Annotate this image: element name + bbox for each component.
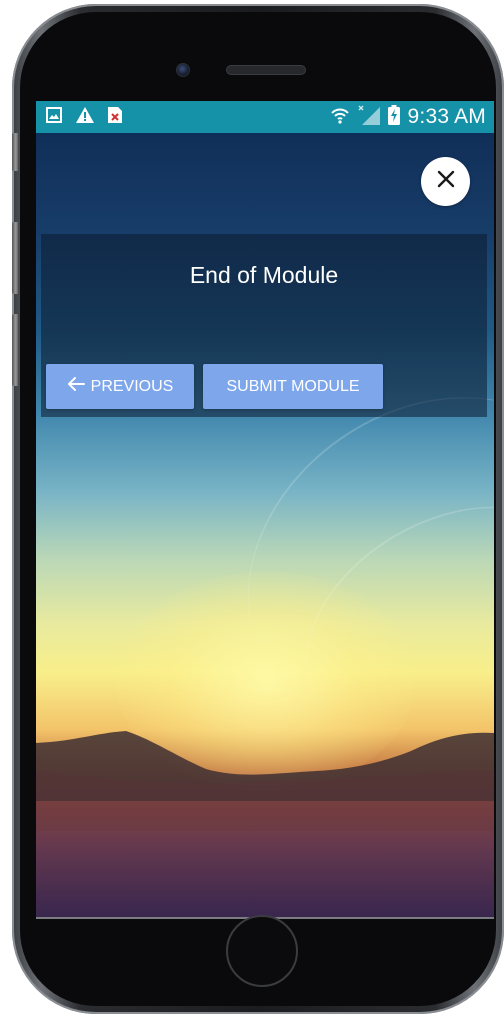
image-icon [46,106,62,128]
battery-charging-icon [387,104,400,130]
module-title: End of Module [189,262,339,288]
status-bar: 9:33 AM [36,101,494,133]
close-icon [436,169,456,194]
previous-button-label: PREVIOUS [90,377,174,395]
arrow-left-icon [67,376,85,397]
water-reflection [36,801,494,917]
status-notifications [46,106,122,128]
front-camera [176,63,190,77]
volume-up-button [12,222,18,294]
warning-icon [76,106,94,128]
close-notification-icon [108,106,122,128]
end-of-module-panel: End of Module PREVIOUS SUBMIT MODULE [41,234,487,417]
previous-button[interactable]: PREVIOUS [46,364,194,409]
wifi-icon [330,105,350,130]
volume-down-button [12,314,18,386]
app-screen: 9:33 AM End of Module PREVIOUS SUBMIT MO… [36,101,494,917]
close-button[interactable] [421,157,470,206]
home-button[interactable] [226,915,298,987]
submit-module-button[interactable]: SUBMIT MODULE [203,364,383,409]
submit-module-button-label: SUBMIT MODULE [226,377,360,395]
status-time: 9:33 AM [407,105,486,128]
earpiece-speaker [226,65,306,75]
signal-icon [358,105,380,130]
status-system: 9:33 AM [330,104,486,130]
mute-switch [12,133,18,171]
